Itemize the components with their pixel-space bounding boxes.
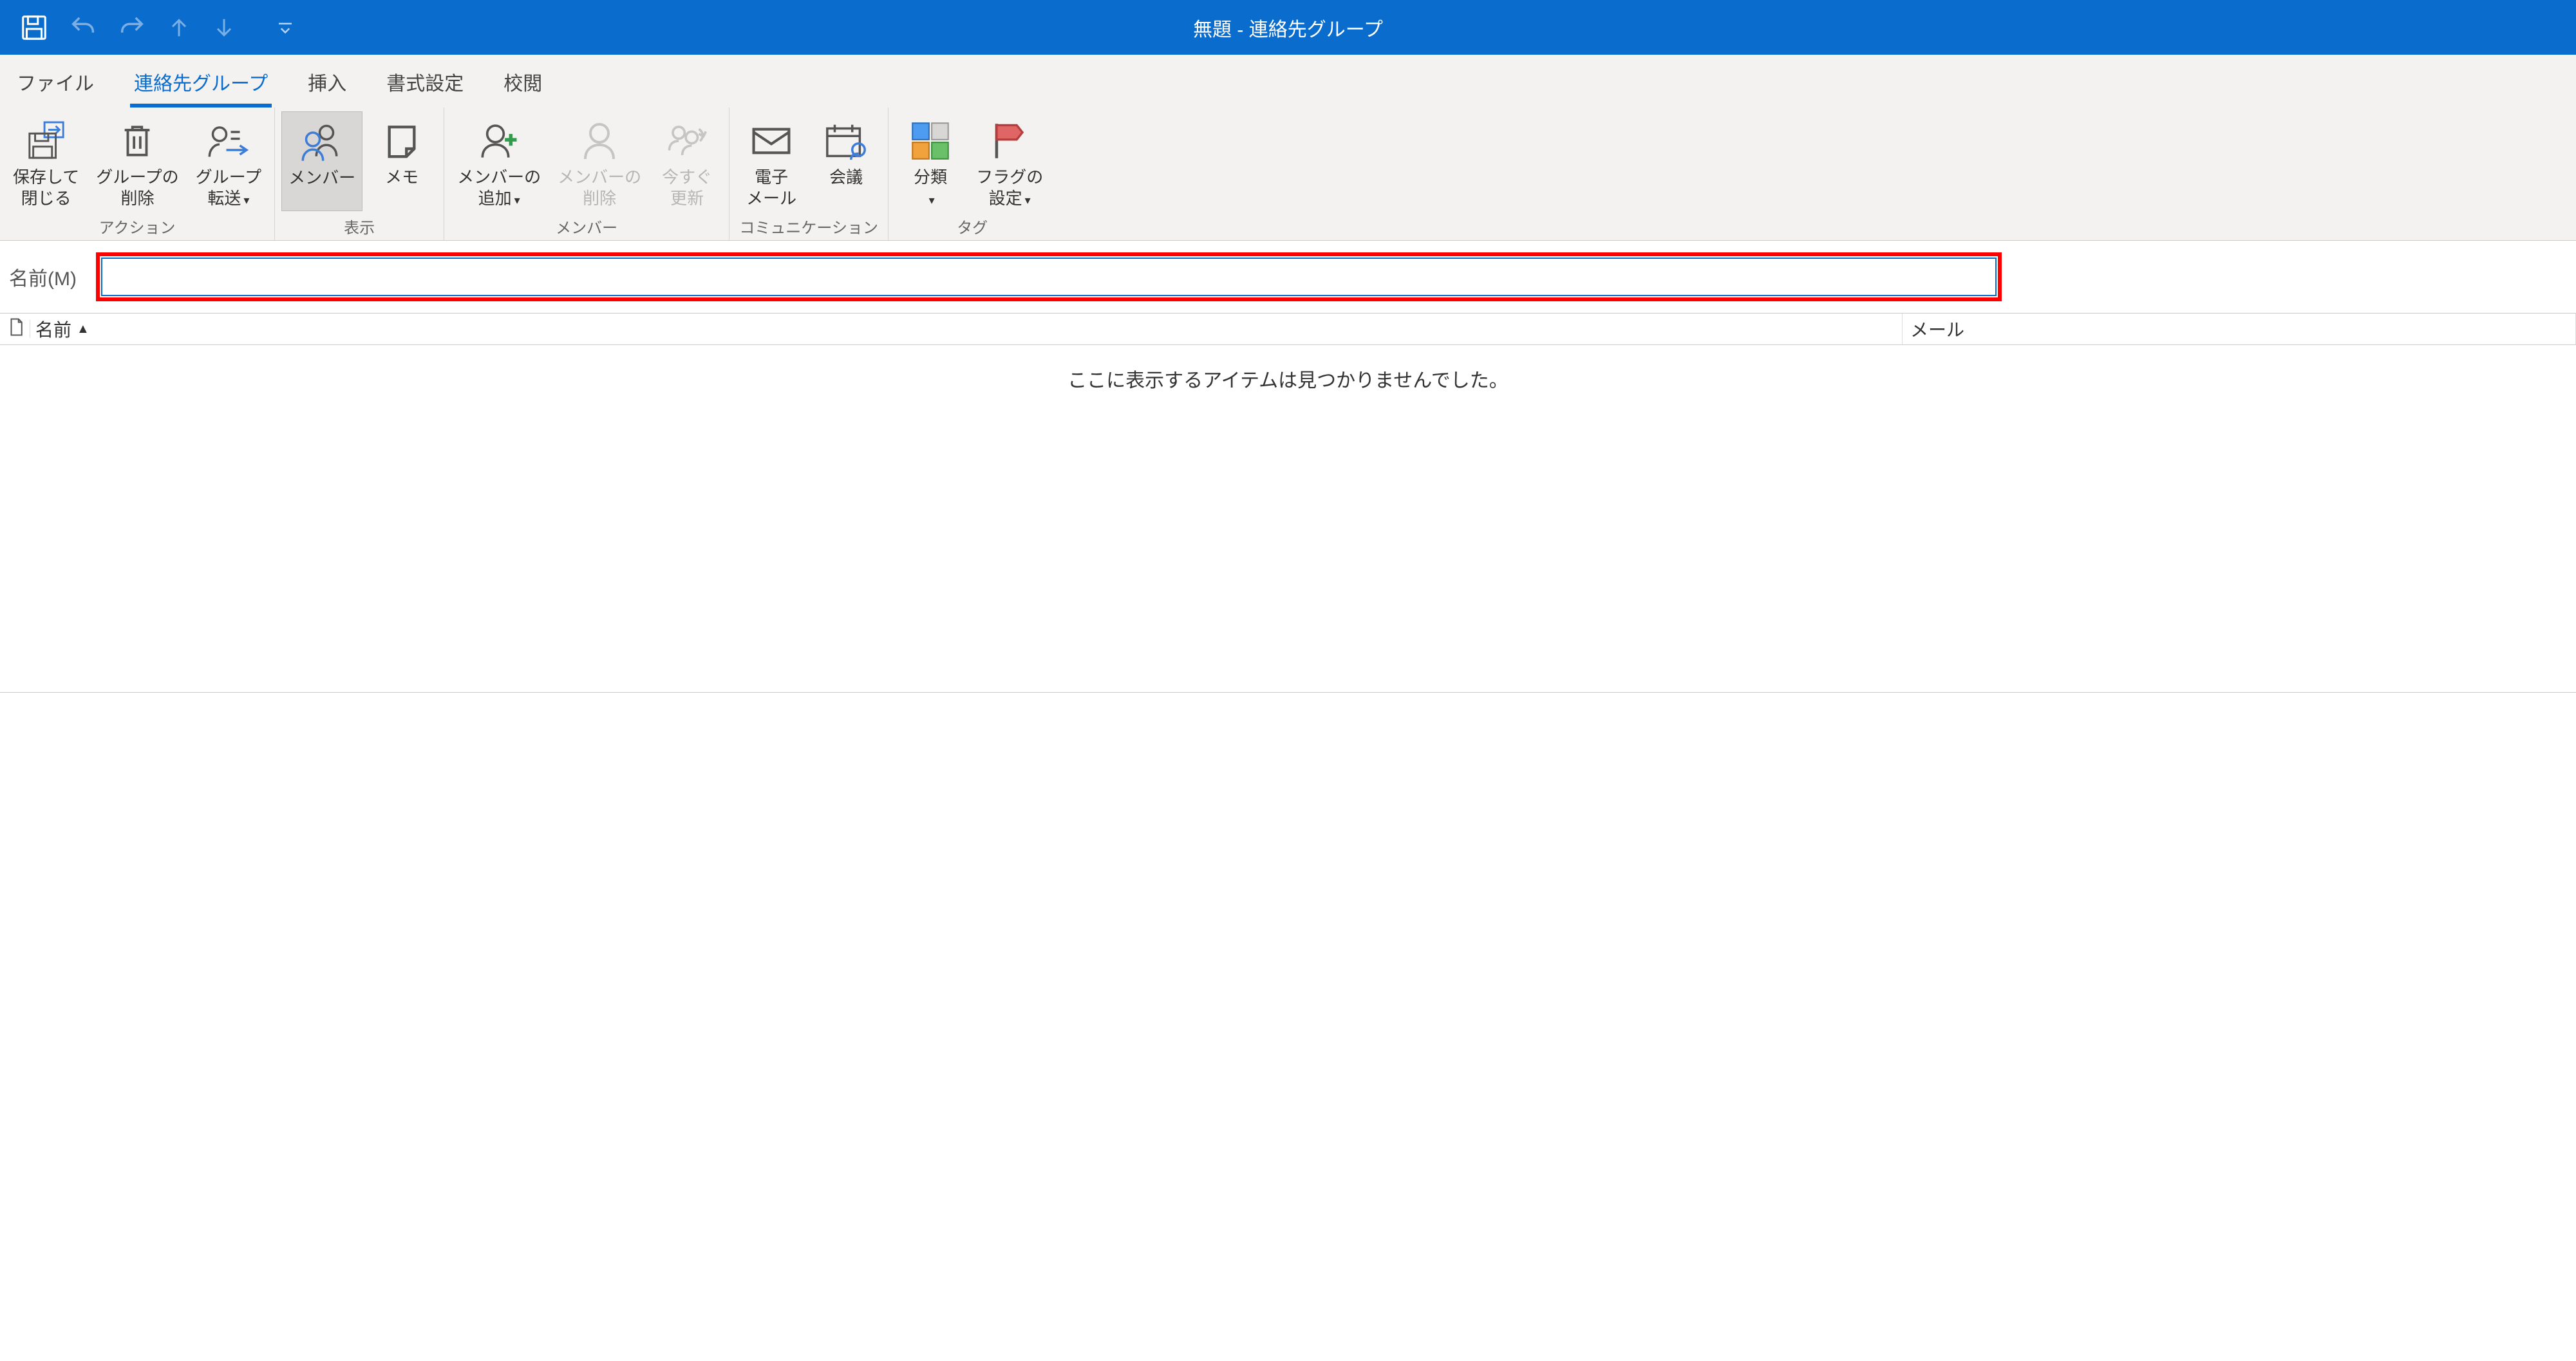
group-show-label: 表示 xyxy=(344,211,375,238)
arrow-down-icon[interactable] xyxy=(211,13,237,42)
update-now-button: 今すぐ 更新 xyxy=(652,111,722,211)
tab-contact-group[interactable]: 連絡先グループ xyxy=(130,61,272,108)
remove-member-label: メンバーの 削除 xyxy=(558,167,641,209)
group-communicate-label: コミュニケーション xyxy=(739,211,878,238)
email-button[interactable]: 電子 メール xyxy=(736,111,807,211)
delete-group-button[interactable]: グループの 削除 xyxy=(89,111,185,211)
envelope-icon xyxy=(751,115,792,167)
tab-review[interactable]: 校閲 xyxy=(500,61,546,108)
notes-icon xyxy=(383,115,420,167)
save-close-label: 保存して 閉じる xyxy=(13,167,79,209)
remove-member-button: メンバーの 削除 xyxy=(551,111,648,211)
group-tags-label: タグ xyxy=(957,211,988,238)
column-name[interactable]: 名前 ▲ xyxy=(0,314,1903,344)
redo-icon[interactable] xyxy=(117,13,147,42)
group-tags: 分類▾ フラグの 設定▾ タグ xyxy=(888,108,1056,240)
group-show: メンバー メモ 表示 xyxy=(275,108,444,240)
ribbon: 保存して 閉じる グループの 削除 xyxy=(0,108,2576,241)
update-now-label: 今すぐ 更新 xyxy=(662,167,712,209)
group-communicate: 電子 メール 会議 コミュニケーション xyxy=(729,108,888,240)
forward-group-label: グループ 転送▾ xyxy=(196,167,261,209)
name-input-highlight xyxy=(96,252,2002,301)
list-header: 名前 ▲ メール xyxy=(0,314,2576,345)
group-members-label: メンバー xyxy=(556,211,617,238)
name-input[interactable] xyxy=(101,258,1997,296)
refresh-icon xyxy=(666,115,708,167)
email-label: 電子 メール xyxy=(746,167,796,209)
group-actions: 保存して 閉じる グループの 削除 xyxy=(0,108,275,240)
categorize-icon xyxy=(910,115,951,167)
meeting-button[interactable]: 会議 xyxy=(811,111,881,211)
tab-format[interactable]: 書式設定 xyxy=(382,61,467,108)
ribbon-tabs: ファイル 連絡先グループ 挿入 書式設定 校閲 xyxy=(0,55,2576,108)
save-and-close-button[interactable]: 保存して 閉じる xyxy=(6,111,86,211)
forward-group-icon xyxy=(206,115,251,167)
forward-group-button[interactable]: グループ 転送▾ xyxy=(189,111,268,211)
member-list: 名前 ▲ メール ここに表示するアイテムは見つかりませんでした。 xyxy=(0,313,2576,693)
add-member-button[interactable]: メンバーの 追加▾ xyxy=(451,111,547,211)
flag-icon xyxy=(991,115,1028,167)
notes-view-button[interactable]: メモ xyxy=(366,111,437,211)
tab-file[interactable]: ファイル xyxy=(13,61,98,108)
add-member-icon xyxy=(478,115,520,167)
quick-access-toolbar xyxy=(19,13,295,42)
meeting-label: 会議 xyxy=(829,167,863,188)
undo-icon[interactable] xyxy=(68,13,98,42)
group-members: メンバーの 追加▾ メンバーの 削除 今すぐ 更 xyxy=(444,108,729,240)
sort-asc-icon: ▲ xyxy=(77,322,89,337)
flag-label: フラグの 設定▾ xyxy=(976,167,1043,209)
categorize-label: 分類▾ xyxy=(914,167,947,209)
tab-insert[interactable]: 挿入 xyxy=(304,61,350,108)
save-icon[interactable] xyxy=(19,13,49,42)
delete-group-label: グループの 削除 xyxy=(96,167,178,209)
members-label: メンバー xyxy=(288,167,355,189)
name-label: 名前(M) xyxy=(9,263,77,291)
document-icon xyxy=(8,317,24,341)
window-title: 無題 - 連絡先グループ xyxy=(1193,14,1383,42)
title-bar: 無題 - 連絡先グループ xyxy=(0,0,2576,55)
categorize-button[interactable]: 分類▾ xyxy=(895,111,966,211)
trash-icon xyxy=(118,115,156,167)
arrow-up-icon[interactable] xyxy=(166,13,192,42)
members-view-button[interactable]: メンバー xyxy=(281,111,362,211)
group-actions-label: アクション xyxy=(99,211,176,238)
list-body: ここに表示するアイテムは見つかりませんでした。 xyxy=(0,345,2576,693)
flag-button[interactable]: フラグの 設定▾ xyxy=(970,111,1049,211)
name-row: 名前(M) xyxy=(0,241,2576,313)
column-mail-label: メール xyxy=(1910,316,1964,342)
qat-customize-icon[interactable] xyxy=(276,18,295,37)
calendar-meeting-icon xyxy=(823,115,869,167)
column-mail[interactable]: メール xyxy=(1903,314,2576,344)
add-member-label: メンバーの 追加▾ xyxy=(457,167,541,209)
save-close-icon xyxy=(24,115,69,167)
remove-member-icon xyxy=(580,115,619,167)
column-name-label: 名前 xyxy=(35,316,71,342)
members-icon xyxy=(299,116,344,167)
notes-label: メモ xyxy=(385,167,418,188)
empty-message: ここに表示するアイテムは見つかりませんでした。 xyxy=(0,345,2576,412)
